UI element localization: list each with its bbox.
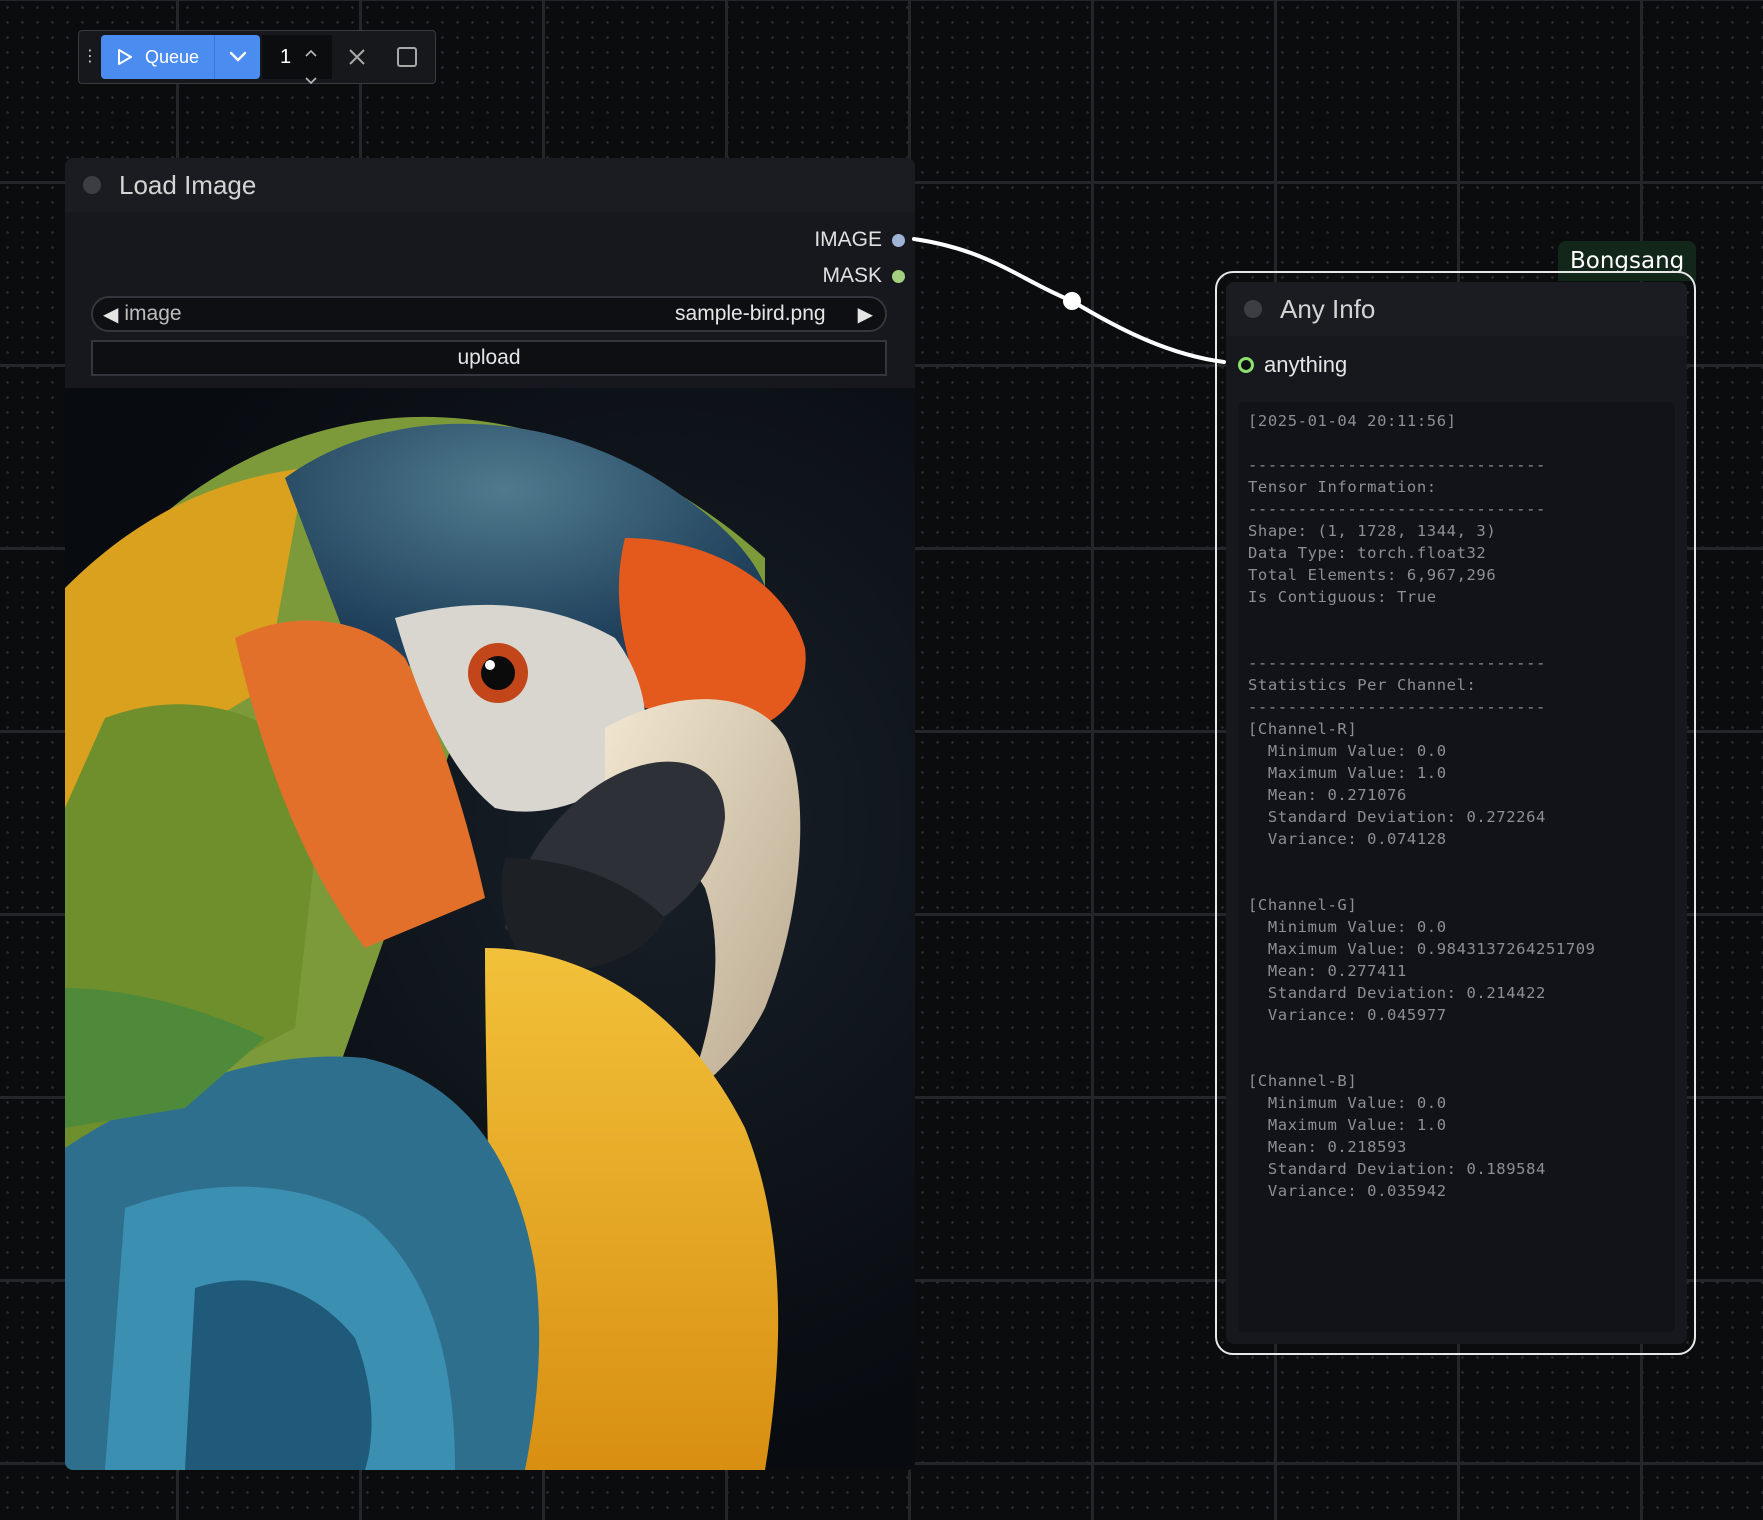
collapse-dot-icon[interactable] <box>1244 300 1262 318</box>
upload-button[interactable]: upload <box>91 340 887 376</box>
close-icon <box>349 49 365 65</box>
increment-chevron-icon[interactable] <box>304 41 318 64</box>
collapse-dot-icon[interactable] <box>83 176 101 194</box>
info-text-content: [2025-01-04 20:11:56] ------------------… <box>1248 412 1596 1200</box>
input-label: anything <box>1264 352 1348 377</box>
input-dot-icon[interactable] <box>1238 357 1254 373</box>
cancel-button[interactable] <box>332 35 382 79</box>
combo-value: sample-bird.png <box>675 302 826 325</box>
stop-square-icon <box>397 47 417 67</box>
node-title-bar[interactable]: Any Info <box>1226 282 1687 336</box>
wire-midpoint-handle[interactable] <box>1063 292 1081 310</box>
output-label: MASK <box>822 264 882 287</box>
stop-button[interactable] <box>382 35 432 79</box>
arrow-right-icon[interactable]: ▶ <box>858 302 873 327</box>
batch-count-input[interactable]: 1 <box>262 35 332 85</box>
node-title: Any Info <box>1280 293 1376 324</box>
output-slot-mask[interactable]: MASK <box>822 264 905 288</box>
node-title-bar[interactable]: Load Image <box>65 158 915 212</box>
input-slot-anything[interactable]: anything <box>1238 352 1347 378</box>
queue-label: Queue <box>145 46 200 67</box>
node-title: Load Image <box>119 169 257 200</box>
image-file-combo[interactable]: ◀ image sample-bird.png ▶ <box>91 296 887 332</box>
load-image-node[interactable]: Load Image IMAGE MASK ◀ image sample-bir… <box>65 158 915 1470</box>
queue-toolbar: ⋮ Queue 1 <box>78 30 436 85</box>
drag-handle-icon[interactable]: ⋮ <box>79 49 101 65</box>
batch-count-stepper <box>304 41 318 91</box>
parrot-image <box>65 416 806 1470</box>
queue-button[interactable]: Queue <box>101 35 214 79</box>
queue-mode-dropdown[interactable] <box>214 35 260 79</box>
output-dot-icon[interactable] <box>892 233 905 247</box>
batch-count-value: 1 <box>280 45 292 68</box>
info-output-text[interactable]: [2025-01-04 20:11:56] ------------------… <box>1238 402 1675 1332</box>
play-icon <box>118 49 132 65</box>
output-label: IMAGE <box>814 228 882 251</box>
output-dot-icon[interactable] <box>892 269 905 283</box>
chevron-down-icon <box>229 51 246 62</box>
combo-label: image <box>124 302 182 325</box>
output-slot-image[interactable]: IMAGE <box>814 228 905 252</box>
image-preview <box>65 388 915 1470</box>
decrement-chevron-icon[interactable] <box>304 68 318 91</box>
any-info-node[interactable]: Any Info anything [2025-01-04 20:11:56] … <box>1226 282 1687 1344</box>
arrow-left-icon[interactable]: ◀ <box>103 302 118 327</box>
